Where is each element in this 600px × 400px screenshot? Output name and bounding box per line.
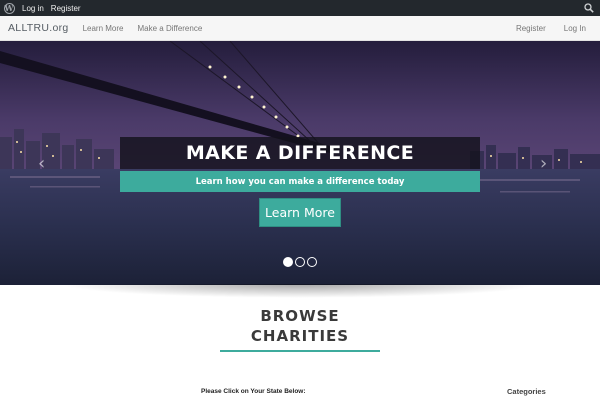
nav-learn-more[interactable]: Learn More (83, 24, 124, 33)
wordpress-logo-icon[interactable]: W (0, 0, 18, 16)
hero-shadow (60, 284, 540, 298)
hero-subline-box: Learn how you can make a difference toda… (120, 171, 480, 192)
site-navbar: ALLTRU.org Learn More Make a Difference … (0, 16, 600, 41)
state-prompt: Please Click on Your State Below: (201, 388, 306, 395)
hero-subline: Learn how you can make a difference toda… (195, 176, 405, 187)
slider-dot-2[interactable] (295, 257, 305, 267)
chevron-right-icon[interactable]: › (540, 153, 547, 174)
learn-more-button[interactable]: Learn More (259, 198, 341, 227)
heading-underline (220, 350, 380, 352)
nav-login[interactable]: Log In (564, 24, 586, 33)
slider-dots (283, 257, 317, 267)
browse-title-line-1: BROWSE (260, 307, 340, 325)
nav-right-group: Register Log In (498, 16, 586, 41)
admin-login-link[interactable]: Log in (22, 4, 44, 13)
hero-headline: MAKE A DIFFERENCE (185, 142, 415, 164)
nav-make-a-difference[interactable]: Make a Difference (138, 24, 203, 33)
browse-charities-heading: BROWSE CHARITIES (200, 306, 400, 346)
admin-register-link[interactable]: Register (51, 4, 81, 13)
nav-register[interactable]: Register (516, 24, 546, 33)
chevron-left-icon[interactable]: ‹ (38, 153, 45, 174)
admin-bar: W Log in Register (0, 0, 600, 16)
search-icon[interactable] (584, 3, 594, 13)
slider-dot-3[interactable] (307, 257, 317, 267)
hero-headline-box: MAKE A DIFFERENCE (120, 137, 480, 169)
site-brand[interactable]: ALLTRU.org (8, 22, 69, 34)
categories-heading: Categories (507, 387, 546, 396)
hero-slider: ‹ › MAKE A DIFFERENCE Learn how you can … (0, 41, 600, 285)
browse-title-line-2: CHARITIES (250, 327, 350, 345)
slider-dot-1[interactable] (283, 257, 293, 267)
